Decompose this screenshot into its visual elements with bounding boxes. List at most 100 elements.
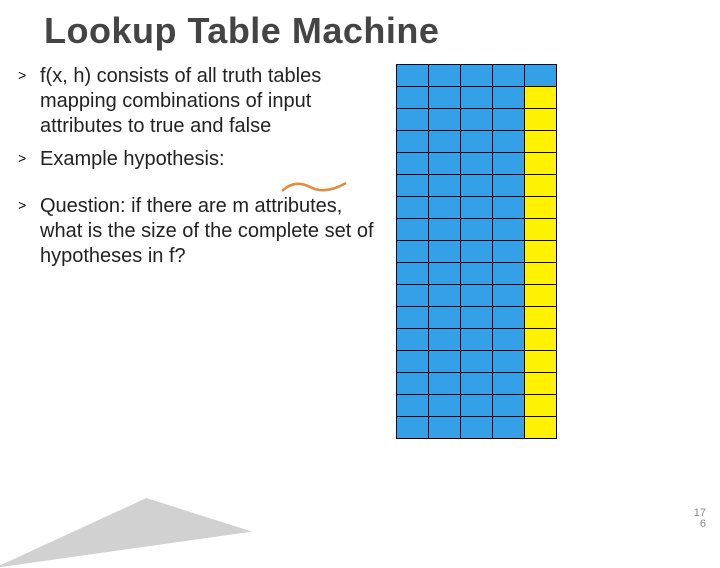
table-row: 01110	[397, 241, 557, 263]
attr-cell: 1	[397, 395, 429, 417]
page-number: 17 6	[694, 508, 706, 530]
output-cell: 0	[525, 131, 557, 153]
attr-cell: 1	[429, 197, 461, 219]
bullet-list: > f(x, h) consists of all truth tables m…	[18, 64, 378, 439]
table-row: 01010	[397, 197, 557, 219]
output-cell: 0	[525, 307, 557, 329]
attr-cell: 0	[461, 87, 493, 109]
page-number-bottom: 6	[694, 519, 706, 530]
attr-cell: 0	[429, 285, 461, 307]
attr-cell: 0	[429, 87, 461, 109]
attr-cell: 1	[429, 241, 461, 263]
attr-cell: 0	[493, 307, 525, 329]
bullet-text: Example hypothesis:	[40, 147, 378, 172]
attr-cell: 1	[461, 307, 493, 329]
list-item: > Question: if there are m attributes, w…	[18, 194, 378, 269]
table-header-cell: X4	[493, 65, 525, 87]
output-cell: 0	[525, 395, 557, 417]
output-cell: 1	[525, 87, 557, 109]
attr-cell: 1	[429, 395, 461, 417]
attr-cell: 1	[461, 131, 493, 153]
attr-cell: 1	[493, 153, 525, 175]
table-row: 10100	[397, 307, 557, 329]
attr-cell: 1	[397, 351, 429, 373]
attr-cell: 1	[429, 373, 461, 395]
page-title: Lookup Table Machine	[0, 0, 720, 64]
attr-cell: 0	[461, 373, 493, 395]
output-cell: 1	[525, 219, 557, 241]
table-row: 00100	[397, 131, 557, 153]
decorative-triangle	[0, 484, 252, 568]
attr-cell: 0	[429, 131, 461, 153]
output-cell: 1	[525, 417, 557, 439]
table-header-cell: X1	[397, 65, 429, 87]
attr-cell: 0	[429, 153, 461, 175]
attr-cell: 1	[461, 329, 493, 351]
attr-cell: 0	[493, 263, 525, 285]
attr-cell: 0	[493, 175, 525, 197]
bullet-glyph: >	[18, 147, 40, 172]
attr-cell: 0	[493, 351, 525, 373]
table-row: 00011	[397, 109, 557, 131]
attr-cell: 0	[429, 263, 461, 285]
output-cell: 0	[525, 241, 557, 263]
attr-cell: 1	[429, 175, 461, 197]
attr-cell: 0	[429, 307, 461, 329]
table-row: 01101	[397, 219, 557, 241]
attr-cell: 1	[397, 285, 429, 307]
attr-cell: 1	[461, 395, 493, 417]
attr-cell: 1	[397, 263, 429, 285]
attr-cell: 0	[461, 109, 493, 131]
attr-cell: 0	[461, 285, 493, 307]
table-row: 11000	[397, 351, 557, 373]
attr-cell: 1	[493, 373, 525, 395]
table-row: 10111	[397, 329, 557, 351]
attr-cell: 1	[493, 417, 525, 439]
attr-cell: 0	[493, 219, 525, 241]
output-cell: 1	[525, 329, 557, 351]
table-row: 00001	[397, 87, 557, 109]
attr-cell: 0	[397, 87, 429, 109]
output-cell: 0	[525, 153, 557, 175]
attr-cell: 0	[429, 329, 461, 351]
truth-table-container: X1X2X3X4Y 000010001100100001100100101010…	[378, 64, 557, 439]
attr-cell: 1	[397, 329, 429, 351]
attr-cell: 1	[397, 307, 429, 329]
bullet-glyph: >	[18, 194, 40, 269]
output-cell: 0	[525, 263, 557, 285]
attr-cell: 1	[397, 417, 429, 439]
attr-cell: 1	[461, 219, 493, 241]
attr-cell: 0	[461, 351, 493, 373]
table-row: 11100	[397, 395, 557, 417]
table-row: 11011	[397, 373, 557, 395]
attr-cell: 1	[461, 241, 493, 263]
bullet-glyph: >	[18, 64, 40, 139]
output-cell: 1	[525, 285, 557, 307]
attr-cell: 0	[461, 263, 493, 285]
table-header-cell: X2	[429, 65, 461, 87]
attr-cell: 0	[429, 109, 461, 131]
attr-cell: 0	[461, 197, 493, 219]
table-row: 01001	[397, 175, 557, 197]
attr-cell: 0	[397, 241, 429, 263]
attr-cell: 1	[493, 285, 525, 307]
output-cell: 1	[525, 109, 557, 131]
attr-cell: 0	[397, 219, 429, 241]
bullet-text: f(x, h) consists of all truth tables map…	[40, 64, 378, 139]
attr-cell: 1	[397, 373, 429, 395]
list-item: > f(x, h) consists of all truth tables m…	[18, 64, 378, 139]
output-cell: 1	[525, 175, 557, 197]
attr-cell: 0	[397, 175, 429, 197]
attr-cell: 1	[429, 219, 461, 241]
attr-cell: 0	[493, 395, 525, 417]
table-header-cell: Y	[525, 65, 557, 87]
attr-cell: 0	[397, 131, 429, 153]
output-cell: 1	[525, 373, 557, 395]
attr-cell: 1	[493, 329, 525, 351]
attr-cell: 0	[397, 197, 429, 219]
table-row: 11111	[397, 417, 557, 439]
truth-table: X1X2X3X4Y 000010001100100001100100101010…	[396, 64, 557, 439]
attr-cell: 1	[461, 153, 493, 175]
attr-cell: 0	[493, 87, 525, 109]
annotation-squiggle	[280, 177, 350, 197]
